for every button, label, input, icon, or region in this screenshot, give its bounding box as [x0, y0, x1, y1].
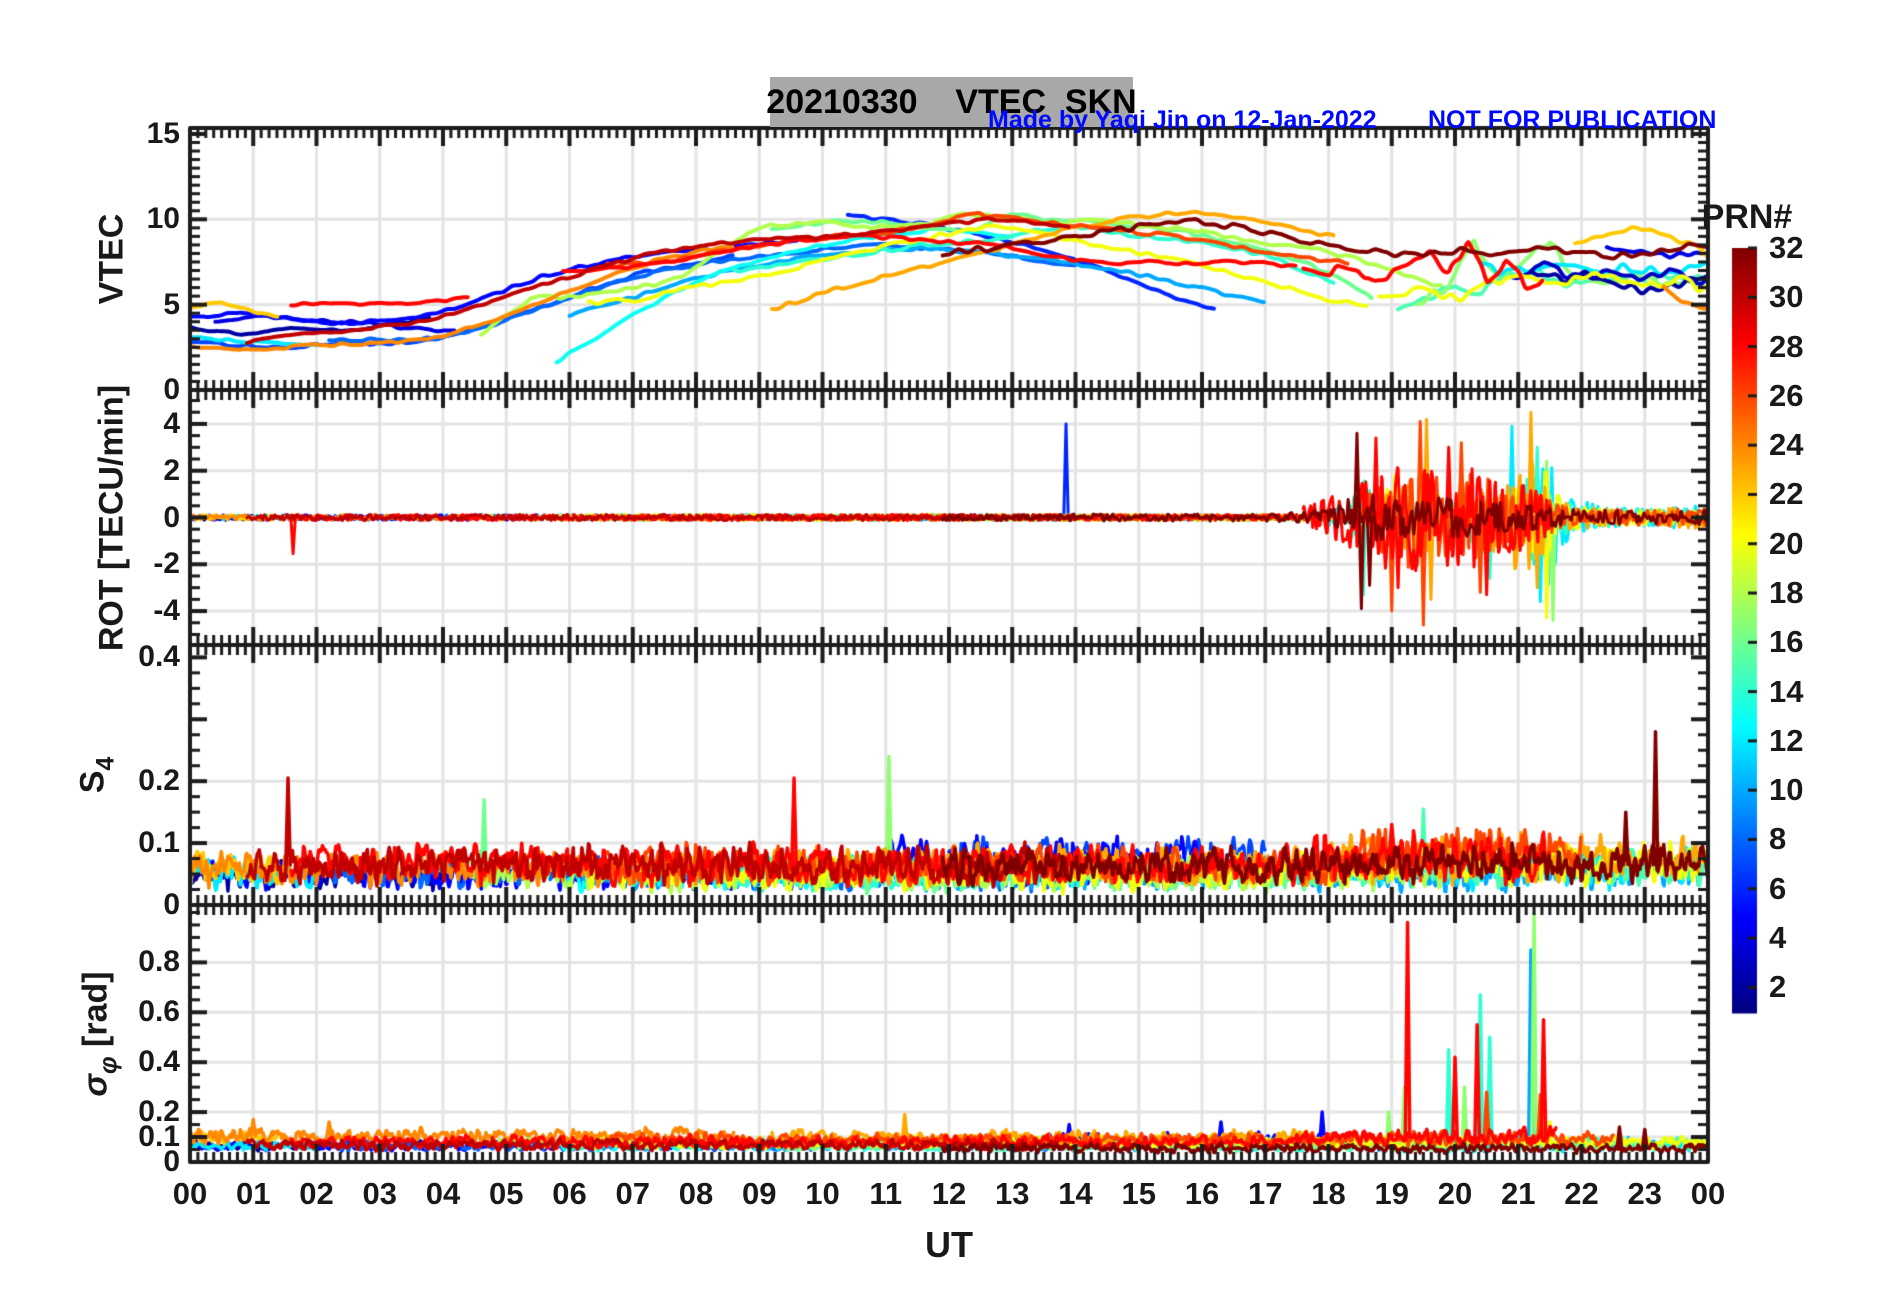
- y-axis-title-rot: ROT [TECU/min]: [93, 384, 132, 650]
- colorbar-tick-label: 6: [1769, 871, 1786, 907]
- x-tick-label: 15: [1122, 1176, 1156, 1212]
- x-tick-label: 00: [1691, 1176, 1725, 1212]
- colorbar-tick-label: 30: [1769, 279, 1803, 315]
- y-tick-label-s4: 0.1: [138, 826, 180, 860]
- plot-canvas: [0, 0, 1902, 1292]
- x-tick-label: 10: [805, 1176, 839, 1212]
- x-tick-label: 14: [1058, 1176, 1092, 1212]
- x-tick-label: 04: [426, 1176, 460, 1212]
- made-by-note: Made by Yaqi Jin on 12-Jan-2022: [988, 106, 1377, 135]
- x-tick-label: 11: [869, 1176, 902, 1212]
- x-axis-title: UT: [925, 1224, 973, 1266]
- y-axis-title-s4: S4: [74, 757, 121, 794]
- y-tick-label-sp: 0.4: [138, 1045, 180, 1079]
- x-tick-label: 06: [552, 1176, 586, 1212]
- colorbar-tick-label: 2: [1769, 969, 1786, 1005]
- y-tick-label-rot: -4: [153, 594, 180, 628]
- x-tick-label: 01: [236, 1176, 270, 1212]
- y-tick-label-s4: 0.4: [138, 640, 180, 674]
- x-tick-label: 21: [1501, 1176, 1535, 1212]
- colorbar-tick-label: 22: [1769, 476, 1803, 512]
- colorbar-tick-label: 10: [1769, 772, 1803, 808]
- y-tick-label-sp: 0.8: [138, 945, 180, 979]
- colorbar-tick-label: 26: [1769, 378, 1803, 414]
- colorbar-tick-label: 12: [1769, 723, 1803, 759]
- y-axis-title-vtec: VTEC: [93, 214, 132, 305]
- colorbar-tick-label: 8: [1769, 821, 1786, 857]
- colorbar-tick-label: 28: [1769, 329, 1803, 365]
- colorbar-tick-label: 24: [1769, 427, 1803, 463]
- x-tick-label: 16: [1185, 1176, 1219, 1212]
- x-tick-label: 18: [1311, 1176, 1345, 1212]
- colorbar-tick-label: 20: [1769, 526, 1803, 562]
- x-tick-label: 02: [299, 1176, 333, 1212]
- x-tick-label: 03: [363, 1176, 397, 1212]
- colorbar-tick-label: 14: [1769, 674, 1803, 710]
- x-tick-label: 17: [1248, 1176, 1282, 1212]
- colorbar-tick-label: 32: [1769, 230, 1803, 266]
- x-tick-label: 00: [173, 1176, 207, 1212]
- colorbar-tick-label: 16: [1769, 624, 1803, 660]
- y-tick-label-sp: 0.2: [138, 1095, 180, 1129]
- x-tick-label: 08: [679, 1176, 713, 1212]
- y-tick-label-vtec: 0: [163, 373, 180, 407]
- colorbar-tick-label: 18: [1769, 575, 1803, 611]
- x-tick-label: 09: [742, 1176, 776, 1212]
- x-tick-label: 23: [1628, 1176, 1662, 1212]
- y-tick-label-s4: 0: [163, 888, 180, 922]
- x-tick-label: 20: [1438, 1176, 1472, 1212]
- y-tick-label-sp: 0.6: [138, 995, 180, 1029]
- not-for-publication-note: NOT FOR PUBLICATION: [1428, 106, 1716, 135]
- y-tick-label-rot: 2: [163, 454, 180, 488]
- y-tick-label-vtec: 10: [147, 202, 180, 236]
- x-tick-label: 12: [932, 1176, 966, 1212]
- x-tick-label: 05: [489, 1176, 523, 1212]
- x-tick-label: 07: [616, 1176, 650, 1212]
- y-tick-label-rot: -2: [153, 547, 180, 581]
- y-tick-label-rot: 0: [163, 501, 180, 535]
- colorbar-tick-label: 4: [1769, 920, 1786, 956]
- figure: 20210330 VTEC SKN Made by Yaqi Jin on 12…: [0, 0, 1902, 1292]
- y-axis-title-sp: σφ [rad]: [77, 971, 124, 1096]
- y-tick-label-vtec: 15: [147, 117, 180, 151]
- x-tick-label: 19: [1375, 1176, 1409, 1212]
- y-tick-label-vtec: 5: [163, 288, 180, 322]
- y-tick-label-rot: 4: [163, 407, 180, 441]
- x-tick-label: 22: [1564, 1176, 1598, 1212]
- y-tick-label-s4: 0.2: [138, 764, 180, 798]
- x-tick-label: 13: [995, 1176, 1029, 1212]
